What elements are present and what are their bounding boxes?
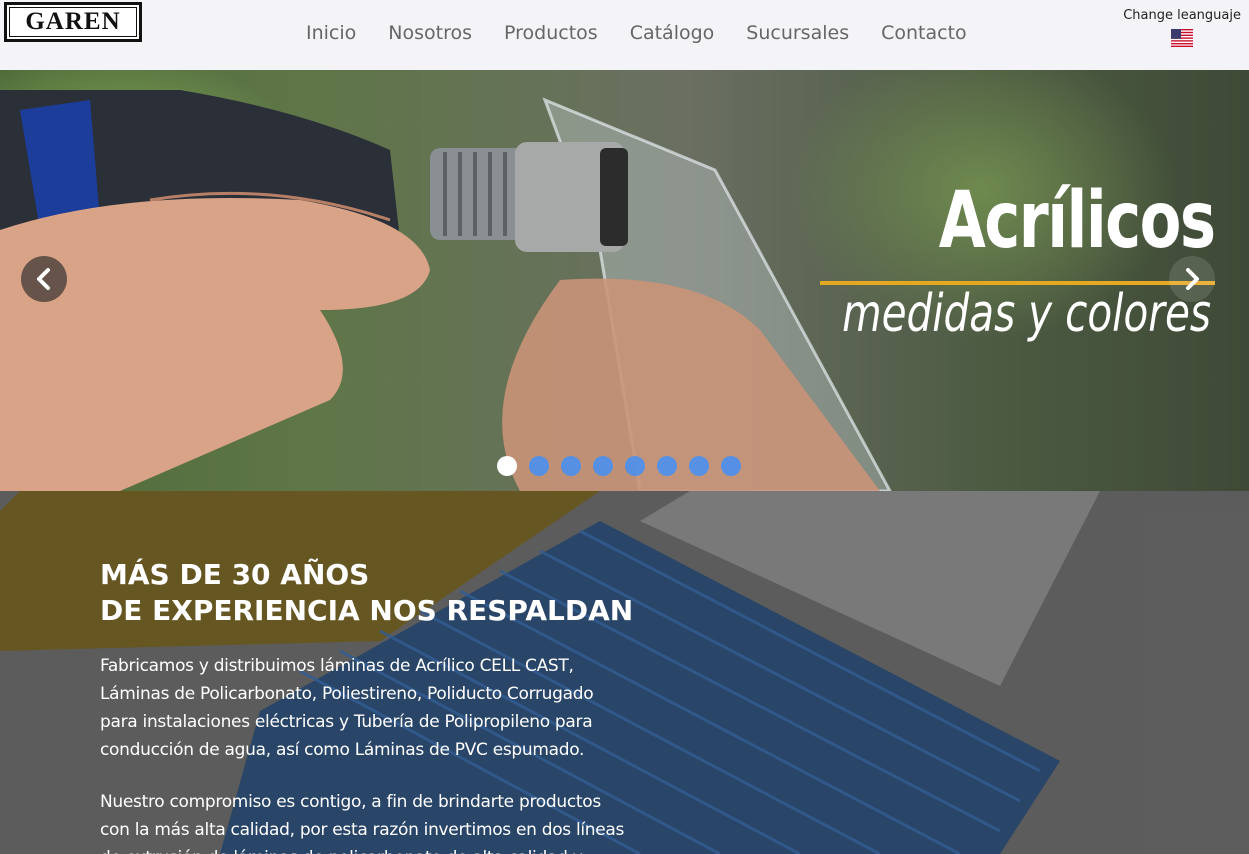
nav-nosotros[interactable]: Nosotros [372, 22, 488, 44]
language-label[interactable]: Change leanguaje [1123, 8, 1241, 23]
main-nav: Inicio Nosotros Productos Catálogo Sucur… [290, 22, 983, 44]
chevron-right-icon [1186, 268, 1199, 290]
chevron-left-icon [37, 268, 50, 290]
hero-slider: Acrílicos medidas y colores [0, 70, 1249, 491]
slider-dot[interactable] [529, 456, 549, 476]
site-header: GAREN Inicio Nosotros Productos Catálogo… [0, 0, 1249, 70]
slider-dot[interactable] [593, 456, 613, 476]
garen-logo[interactable]: GAREN [4, 2, 142, 42]
about-section: MÁS DE 30 AÑOS DE EXPERIENCIA NOS RESPAL… [0, 491, 1249, 854]
hero-subtitle: medidas y colores [842, 284, 1211, 344]
about-title-line1: MÁS DE 30 AÑOS [100, 558, 370, 591]
slider-dot[interactable] [497, 456, 517, 476]
nav-sucursales[interactable]: Sucursales [730, 22, 865, 44]
nav-catalogo[interactable]: Catálogo [614, 22, 731, 44]
slider-prev-button[interactable] [21, 256, 67, 302]
hero-title: Acrílicos [939, 176, 1216, 266]
slider-dot[interactable] [689, 456, 709, 476]
nav-contacto[interactable]: Contacto [865, 22, 983, 44]
slider-dot[interactable] [561, 456, 581, 476]
slider-dot[interactable] [657, 456, 677, 476]
logo-text: GAREN [9, 7, 137, 37]
about-paragraph-2: Nuestro compromiso es contigo, a fin de … [100, 792, 625, 854]
about-title: MÁS DE 30 AÑOS DE EXPERIENCIA NOS RESPAL… [100, 557, 633, 629]
slider-dot[interactable] [625, 456, 645, 476]
us-flag-icon[interactable] [1171, 29, 1194, 47]
about-paragraph-1: Fabricamos y distribuimos láminas de Acr… [100, 656, 594, 760]
language-switcher[interactable]: Change leanguaje [1123, 8, 1241, 47]
about-title-line2: DE EXPERIENCIA NOS RESPALDAN [100, 594, 634, 627]
nav-inicio[interactable]: Inicio [290, 22, 372, 44]
nav-productos[interactable]: Productos [488, 22, 614, 44]
slider-dot[interactable] [721, 456, 741, 476]
slider-dots [497, 456, 753, 476]
slider-next-button[interactable] [1169, 256, 1215, 302]
